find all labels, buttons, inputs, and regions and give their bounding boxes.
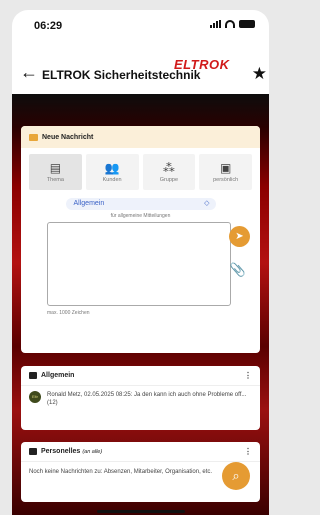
chat-icon [29, 372, 37, 379]
tab-label: Kunden [102, 176, 122, 183]
paperclip-icon[interactable]: 📎 [230, 262, 246, 278]
brand-logo: ELTROK [174, 57, 230, 72]
avatar: Eltr [29, 391, 41, 403]
search-icon: ⌕ [232, 468, 240, 483]
tab-kunden[interactable]: 👥 Kunden [85, 154, 139, 190]
section-title: Personelles [41, 448, 81, 455]
status-icons [210, 20, 255, 28]
tab-persoenlich[interactable]: ▣ persönlich [199, 154, 252, 190]
status-time: 06:29 [34, 20, 63, 32]
send-button[interactable]: ➤ [229, 226, 250, 247]
status-bar: 06:29 [12, 10, 269, 46]
tab-label: Thema [46, 176, 64, 183]
chevron-down-icon: ◇ [204, 200, 210, 207]
more-vertical-icon[interactable]: ⋮ [244, 371, 252, 380]
chat-icon [29, 448, 37, 455]
topic-select[interactable]: Allgemein ◇ [65, 198, 216, 210]
users-icon: 👥 [104, 160, 120, 175]
person-card-icon: ▣ [219, 160, 232, 175]
star-icon[interactable]: ★ [252, 64, 267, 84]
home-indicator [97, 510, 185, 513]
new-message-title: Neue Nachricht [42, 133, 94, 141]
section-header: Personelles (an alle) ⋮ [21, 442, 260, 462]
new-message-card: Neue Nachricht ▤ Thema 👥 Kunden ⁂ Gruppe… [21, 126, 260, 353]
topic-hint: für allgemeine Mitteilungen [110, 213, 171, 219]
section-subtitle: (an alle) [82, 448, 103, 455]
tab-thema[interactable]: ▤ Thema [29, 154, 82, 190]
more-vertical-icon[interactable]: ⋮ [244, 447, 252, 456]
section-title: Allgemein [41, 372, 75, 379]
new-message-header: Neue Nachricht [21, 126, 260, 148]
compose-area: max. 1000 Zeichen ➤ 📎 [21, 222, 260, 316]
battery-icon [239, 20, 255, 28]
tab-label: Gruppe [159, 176, 179, 183]
app-screen: 06:29 ← ELTROK Sicherheitstechnik ELTROK… [12, 10, 269, 515]
group-icon: ⁂ [162, 160, 175, 175]
tab-label: persönlich [213, 176, 239, 183]
wifi-icon [225, 20, 235, 28]
signal-icon [210, 20, 221, 28]
max-chars-label: max. 1000 Zeichen [47, 310, 90, 316]
section-allgemein[interactable]: Allgemein ⋮ Eltr Ronald Metz, 02.05.2025… [21, 366, 260, 430]
message-input[interactable] [47, 222, 231, 306]
message-preview: Ronald Metz, 02.05.2025 08:25: Ja den ka… [47, 392, 247, 406]
app-header: ← ELTROK Sicherheitstechnik ELTROK ★ [12, 52, 269, 94]
section-header: Allgemein ⋮ [21, 366, 260, 386]
list-item[interactable]: Eltr Ronald Metz, 02.05.2025 08:25: Ja d… [21, 386, 260, 412]
recipient-tabs: ▤ Thema 👥 Kunden ⁂ Gruppe ▣ persönlich [21, 148, 260, 190]
search-button[interactable]: ⌕ [222, 462, 250, 490]
clipboard-icon: ▤ [49, 160, 62, 175]
folder-icon [29, 133, 38, 141]
topic-value: Allgemein [73, 200, 105, 207]
tab-gruppe[interactable]: ⁂ Gruppe [142, 154, 196, 190]
arrow-left-icon[interactable]: ← [20, 62, 38, 83]
